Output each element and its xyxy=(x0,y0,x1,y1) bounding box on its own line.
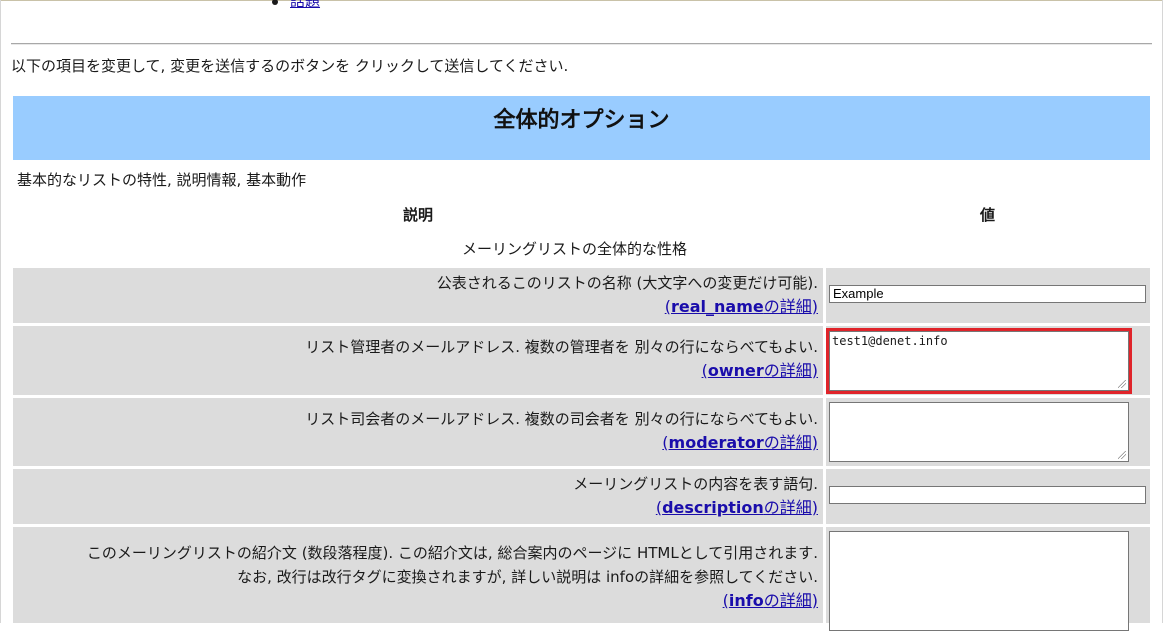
option-row-info: このメーリングリストの紹介文 (数段落程度). この紹介文は, 総合案内のページ… xyxy=(13,527,1150,631)
owner-textarea[interactable]: test1@denet.info xyxy=(826,328,1132,394)
description-detail-link[interactable]: (descriptionの詳細) xyxy=(656,498,818,517)
option-row-moderator: リスト司会者のメールアドレス. 複数の司会者を 別々の行にならべてもよい. (m… xyxy=(13,398,1150,466)
option-description-text: リスト管理者のメールアドレス. 複数の管理者を 別々の行にならべてもよい. xyxy=(305,338,818,356)
link-option-name: moderator xyxy=(668,433,764,452)
info-textarea[interactable] xyxy=(829,531,1129,631)
link-suffix: の詳細 xyxy=(763,361,812,380)
section-description: 基本的なリストの特性, 説明情報, 基本動作 xyxy=(17,171,307,189)
option-description-text: リスト司会者のメールアドレス. 複数の司会者を 別々の行にならべてもよい. xyxy=(305,410,818,428)
option-description: このメーリングリストの紹介文 (数段落程度). この紹介文は, 総合案内のページ… xyxy=(87,541,818,613)
link-option-name: owner xyxy=(707,361,764,380)
option-row-description: メーリングリストの内容を表す語句. (descriptionの詳細) xyxy=(13,469,1150,524)
option-description-text: なお, 改行は改行タグに変換されますが, 詳しい説明は infoの詳細を参照して… xyxy=(237,568,818,586)
resize-grip-icon[interactable] xyxy=(1118,451,1126,459)
option-description: メーリングリストの内容を表す語句. (descriptionの詳細) xyxy=(573,472,818,520)
real-name-detail-link[interactable]: (real_nameの詳細) xyxy=(665,297,818,316)
section-banner: 全体的オプション xyxy=(13,96,1150,160)
option-row-owner: リスト管理者のメールアドレス. 複数の管理者を 別々の行にならべてもよい. (o… xyxy=(13,326,1150,395)
description-cell: リスト管理者のメールアドレス. 複数の管理者を 別々の行にならべてもよい. (o… xyxy=(13,326,823,395)
description-cell: 公表されるこのリストの名称 (大文字への変更だけ可能). (real_nameの… xyxy=(13,268,823,323)
horizontal-divider xyxy=(11,43,1152,45)
section-title: 全体的オプション xyxy=(493,108,670,133)
column-header-value: 値 xyxy=(980,206,996,224)
column-header-description: 説明 xyxy=(403,206,434,224)
topics-link[interactable]: 話題 xyxy=(290,0,320,10)
value-cell xyxy=(826,398,1150,466)
description-input[interactable] xyxy=(829,486,1146,504)
value-cell xyxy=(826,268,1150,323)
instruction-text: 以下の項目を変更して, 変更を送信するのボタンを クリックして送信してください. xyxy=(11,57,569,75)
window-left-border xyxy=(0,0,1,623)
top-nav-list-item: 話題 xyxy=(272,0,320,11)
option-row-real-name: 公表されるこのリストの名称 (大文字への変更だけ可能). (real_nameの… xyxy=(13,268,1150,323)
description-cell: メーリングリストの内容を表す語句. (descriptionの詳細) xyxy=(13,469,823,524)
info-detail-link[interactable]: (infoの詳細) xyxy=(723,591,818,610)
moderator-textarea[interactable] xyxy=(829,402,1129,462)
owner-detail-link[interactable]: (ownerの詳細) xyxy=(702,361,818,380)
description-cell: リスト司会者のメールアドレス. 複数の司会者を 別々の行にならべてもよい. (m… xyxy=(13,398,823,466)
group-title: メーリングリストの全体的な性格 xyxy=(462,240,688,258)
option-description-text: このメーリングリストの紹介文 (数段落程度). この紹介文は, 総合案内のページ… xyxy=(86,544,818,562)
link-suffix: の詳細 xyxy=(763,297,812,316)
real-name-input[interactable] xyxy=(829,285,1146,303)
value-cell xyxy=(826,469,1150,524)
value-cell xyxy=(826,527,1150,631)
moderator-detail-link[interactable]: (moderatorの詳細) xyxy=(662,433,818,452)
option-description-text: メーリングリストの内容を表す語句. xyxy=(573,475,818,493)
owner-textarea-value: test1@denet.info xyxy=(832,334,948,348)
option-description: リスト管理者のメールアドレス. 複数の管理者を 別々の行にならべてもよい. (o… xyxy=(305,335,818,383)
link-option-name: description xyxy=(662,498,764,517)
link-option-name: info xyxy=(728,591,764,610)
link-option-name: real_name xyxy=(671,297,764,316)
link-suffix: の詳細 xyxy=(763,433,812,452)
bullet-icon xyxy=(272,0,278,5)
link-suffix: の詳細 xyxy=(763,591,812,610)
resize-grip-icon[interactable] xyxy=(1118,380,1126,388)
option-description: リスト司会者のメールアドレス. 複数の司会者を 別々の行にならべてもよい. (m… xyxy=(305,407,818,455)
link-suffix: の詳細 xyxy=(763,498,812,517)
description-cell: このメーリングリストの紹介文 (数段落程度). この紹介文は, 総合案内のページ… xyxy=(13,527,823,623)
option-description: 公表されるこのリストの名称 (大文字への変更だけ可能). (real_nameの… xyxy=(437,271,818,319)
option-description-text: 公表されるこのリストの名称 (大文字への変更だけ可能). xyxy=(436,274,818,292)
value-cell: test1@denet.info xyxy=(826,326,1150,395)
window-top-border xyxy=(0,0,1163,1)
